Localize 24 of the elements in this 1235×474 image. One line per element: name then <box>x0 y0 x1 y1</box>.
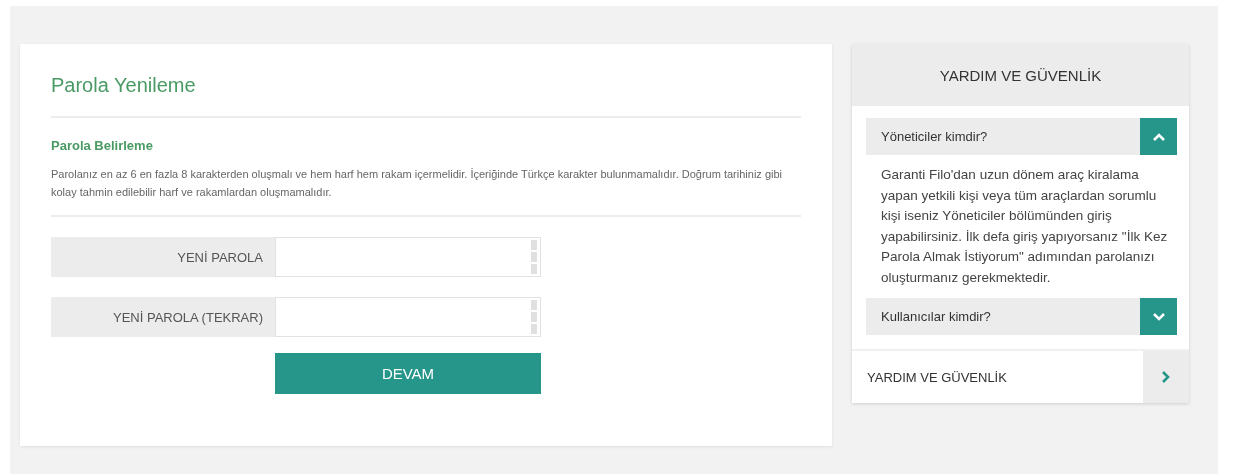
accordion-header[interactable]: Yöneticiler kimdir? <box>866 118 1177 155</box>
page-title: Parola Yenileme <box>51 74 197 98</box>
chevron-right-icon <box>1161 370 1171 384</box>
section-title: Parola Belirleme <box>51 138 154 153</box>
help-link[interactable]: YARDIM VE GÜVENLİK <box>852 349 1189 403</box>
grip-icon <box>531 240 537 274</box>
question-text: Kullanıcılar kimdir? <box>880 309 992 324</box>
continue-button[interactable]: DEVAM <box>275 353 541 394</box>
toggle-button[interactable] <box>1140 298 1177 335</box>
toggle-button[interactable] <box>1140 118 1177 155</box>
password-field[interactable] <box>275 237 541 277</box>
arrow-button[interactable] <box>1143 351 1189 403</box>
field-label: YENİ PAROLA <box>51 237 275 277</box>
field-label: YENİ PAROLA (TEKRAR) <box>51 297 275 337</box>
link-text: YARDIM VE GÜVENLİK <box>866 369 1008 385</box>
question-text: Yöneticiler kimdir? <box>880 129 989 144</box>
answer-text: Garanti Filo'dan uzun dönem araç kiralama yapan yetkili kişi veya tüm araçlardan sorumlu kişi iseniz Yöneticiler bölümünden giriş yapabilirsiniz. İlk defa giriş yapıyorsanız "İlk Kez Parola Almak İstiyorum" adımından parolanızı oluşturmanız gerekmektedir. <box>881 166 1169 287</box>
chevron-up-icon <box>1151 131 1166 142</box>
chevron-down-icon <box>1151 311 1166 322</box>
grip-icon <box>531 300 537 334</box>
accordion-header[interactable]: Kullanıcılar kimdir? <box>866 298 1177 335</box>
panel-header: YARDIM VE GÜVENLİK <box>852 44 1189 106</box>
password-field[interactable] <box>275 297 541 337</box>
description-text: Parolanız en az 6 en fazla 8 karakterden oluşmalı ve hem harf hem rakam içermelidir. İçeriğinde Türkçe karakter bulunmamalıdır. Doğrum tarihiniz gibi kolay tahmin edilebilir harf ve rakamlardan oluşmamalıdır. <box>51 167 784 200</box>
